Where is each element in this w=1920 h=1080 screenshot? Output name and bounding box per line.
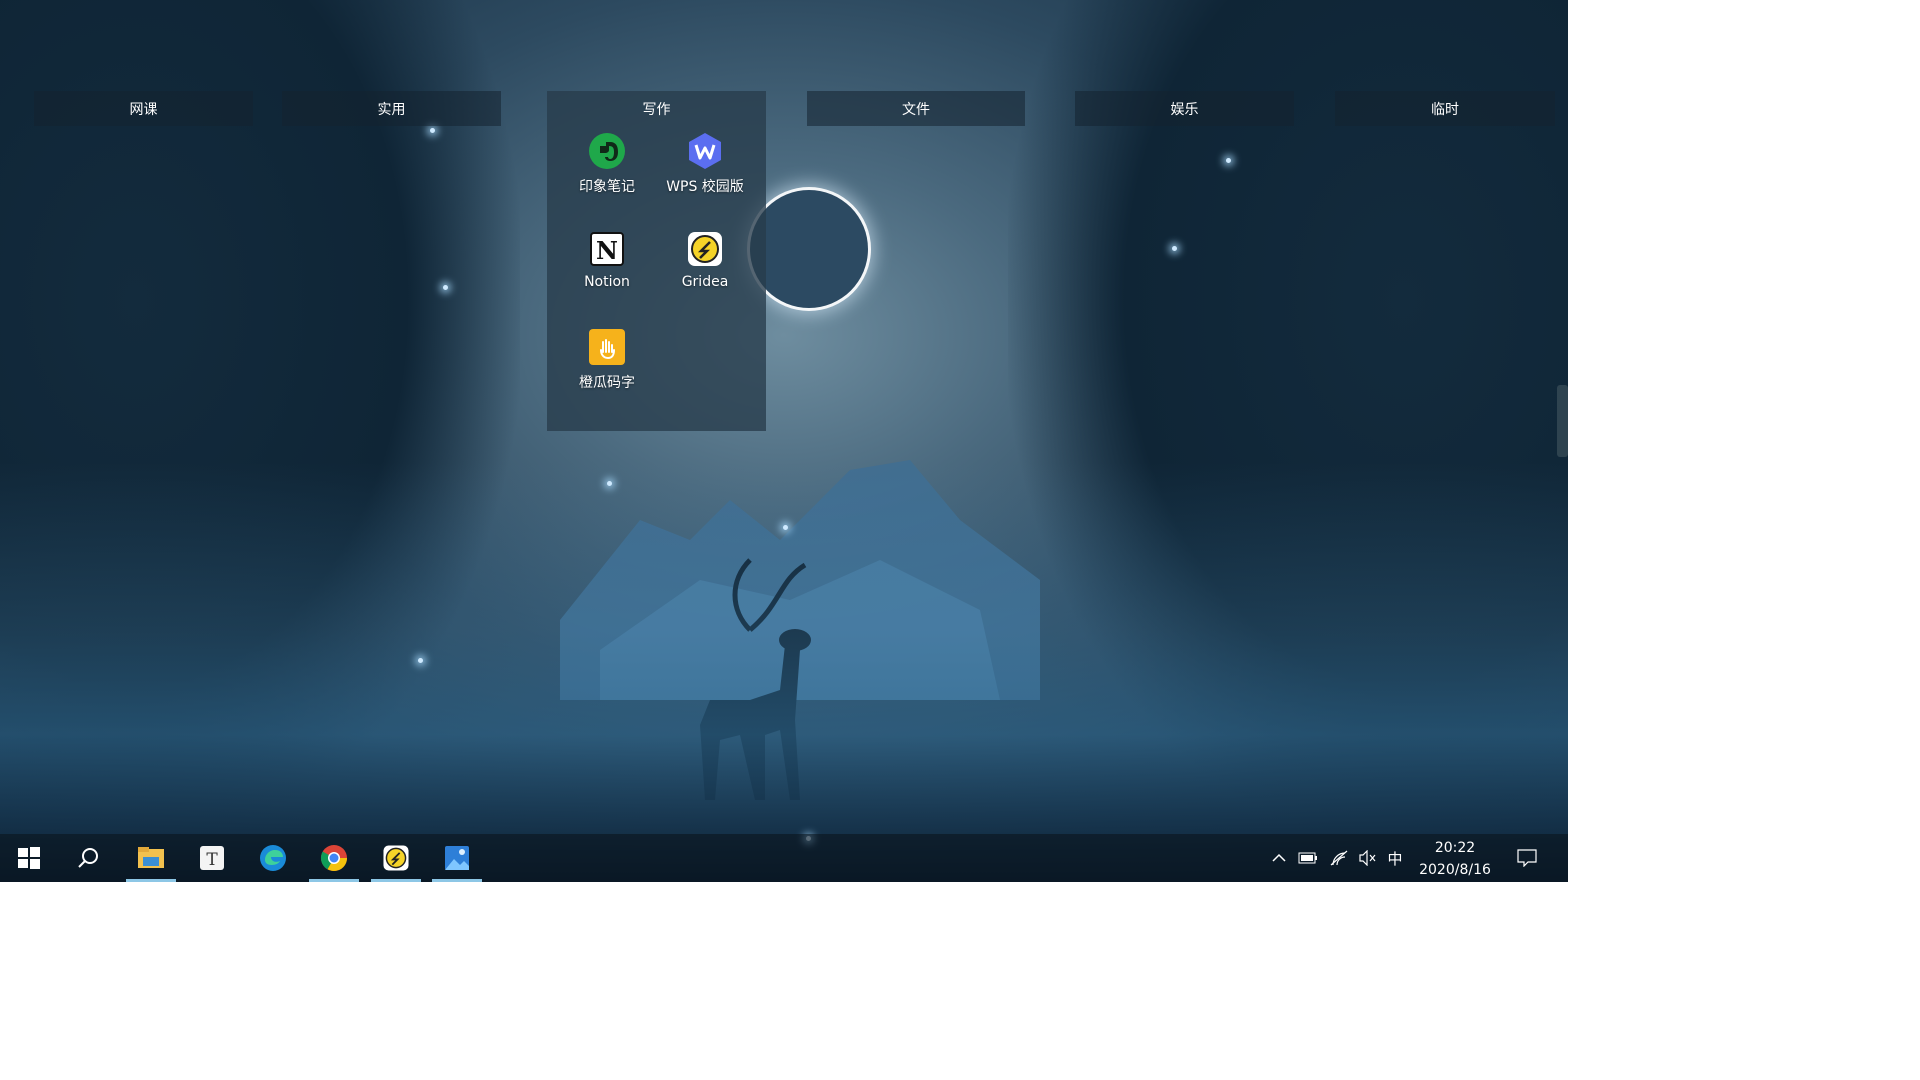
taskbar-edge[interactable] <box>248 834 298 882</box>
notification-icon <box>1517 849 1537 867</box>
edge-icon <box>260 845 286 871</box>
clock-date: 2020/8/16 <box>1419 862 1491 878</box>
chrome-icon <box>320 845 348 872</box>
app-evernote[interactable]: 印象笔记 <box>558 131 656 221</box>
tray-overflow-chevron[interactable] <box>1268 834 1290 882</box>
svg-text:T: T <box>206 850 218 870</box>
group-tab-label: 文件 <box>902 101 930 118</box>
file-explorer-icon <box>138 847 164 868</box>
firefly <box>418 658 423 663</box>
start-button[interactable] <box>4 834 54 882</box>
group-tab-label: 娱乐 <box>1170 101 1199 118</box>
taskbar-file-explorer[interactable] <box>126 834 176 882</box>
group-panel-写作: 写作 印象笔记 WPS 校园版 N Notion Gridea 橙瓜码字 <box>547 91 766 431</box>
app-label: WPS 校园版 <box>666 179 744 195</box>
search-icon <box>78 848 98 868</box>
group-tab-临时[interactable]: 临时 <box>1335 91 1555 126</box>
taskbar: T 中 20:22 2020/8/16 <box>0 834 1568 882</box>
clock-time: 20:22 <box>1434 840 1476 856</box>
app-wps[interactable]: WPS 校园版 <box>656 131 754 221</box>
group-tab-label: 实用 <box>377 101 406 118</box>
firefly <box>1226 158 1231 163</box>
taskbar-photo-app[interactable] <box>432 834 482 882</box>
group-tab-label: 网课 <box>129 101 158 118</box>
tray-ime[interactable]: 中 <box>1383 834 1407 882</box>
ime-indicator: 中 <box>1387 849 1403 868</box>
tray-clock[interactable]: 20:22 2020/8/16 <box>1408 834 1502 882</box>
desktop: 网课 实用 文件 娱乐 临时 写作 印象笔记 WPS 校园版 N Notion … <box>0 0 1568 882</box>
app-label: Notion <box>584 274 630 290</box>
notion-icon: N <box>587 229 627 269</box>
app-chenggua[interactable]: 橙瓜码字 <box>558 327 656 417</box>
firefly <box>1172 246 1177 251</box>
photo-app-icon <box>445 846 469 870</box>
group-tab-网课[interactable]: 网课 <box>34 91 253 126</box>
chenggua-icon <box>587 327 627 367</box>
firefly <box>783 525 788 530</box>
tray-network[interactable] <box>1327 834 1351 882</box>
search-button[interactable] <box>63 834 113 882</box>
gridea-icon <box>685 229 725 269</box>
side-scroll-handle[interactable] <box>1557 385 1568 457</box>
taskbar-gridea[interactable] <box>371 834 421 882</box>
wps-icon <box>685 131 725 171</box>
battery-icon <box>1298 852 1317 864</box>
tray-battery[interactable] <box>1296 834 1320 882</box>
app-label: Gridea <box>681 274 729 290</box>
chevron-up-icon <box>1272 853 1286 862</box>
taskbar-typora[interactable]: T <box>187 834 237 882</box>
volume-muted-icon <box>1359 850 1376 866</box>
group-tab-娱乐[interactable]: 娱乐 <box>1075 91 1294 126</box>
group-panel-title[interactable]: 写作 <box>547 91 766 126</box>
app-label: 橙瓜码字 <box>579 375 635 391</box>
action-center-button[interactable] <box>1512 834 1542 882</box>
group-tab-文件[interactable]: 文件 <box>807 91 1025 126</box>
svg-text:N: N <box>596 236 618 265</box>
app-notion[interactable]: N Notion <box>558 229 656 319</box>
firefly <box>430 128 435 133</box>
firefly <box>443 285 448 290</box>
firefly <box>607 481 612 486</box>
typora-icon: T <box>200 846 224 870</box>
group-tab-label: 临时 <box>1431 101 1459 118</box>
taskbar-chrome[interactable] <box>309 834 359 882</box>
app-label: 印象笔记 <box>579 179 635 195</box>
app-gridea[interactable]: Gridea <box>656 229 754 319</box>
wifi-icon <box>1330 850 1348 866</box>
gridea-icon <box>383 845 409 871</box>
wallpaper-moon <box>750 190 868 308</box>
start-icon <box>18 847 40 869</box>
evernote-icon <box>587 131 627 171</box>
tray-volume[interactable] <box>1355 834 1379 882</box>
group-tab-实用[interactable]: 实用 <box>282 91 501 126</box>
